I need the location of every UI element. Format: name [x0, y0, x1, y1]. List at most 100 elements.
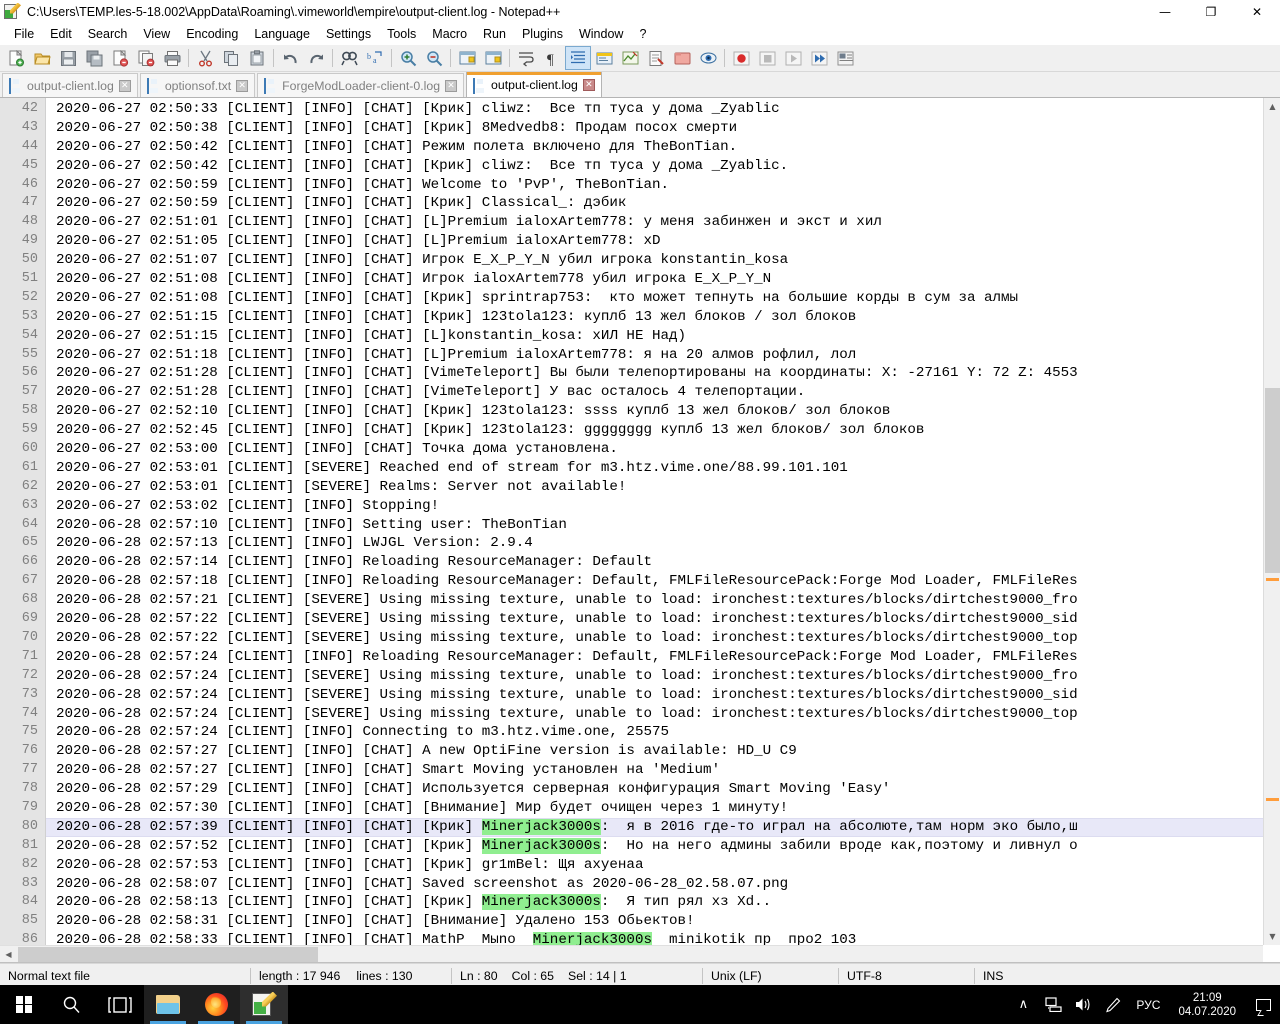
taskbar-file-explorer[interactable]: [144, 985, 192, 1024]
code-line[interactable]: 2020-06-27 02:50:42 [CLIENT] [INFO] [CHA…: [56, 157, 1280, 176]
menu-item-macro[interactable]: Macro: [424, 24, 475, 44]
code-line[interactable]: 2020-06-28 02:57:22 [CLIENT] [SEVERE] Us…: [56, 629, 1280, 648]
print-icon[interactable]: [159, 46, 185, 70]
code-line[interactable]: 2020-06-28 02:57:52 [CLIENT] [INFO] [CHA…: [56, 837, 1280, 856]
menu-item-file[interactable]: File: [6, 24, 42, 44]
document-map-icon[interactable]: [617, 46, 643, 70]
code-line[interactable]: 2020-06-28 02:57:24 [CLIENT] [INFO] Relo…: [56, 648, 1280, 667]
redo-icon[interactable]: [303, 46, 329, 70]
scroll-left-arrow-icon[interactable]: ◀: [0, 946, 17, 963]
sync-vertical-icon[interactable]: [454, 46, 480, 70]
macro-playmany-icon[interactable]: [806, 46, 832, 70]
menu-item-encoding[interactable]: Encoding: [178, 24, 246, 44]
code-line[interactable]: 2020-06-27 02:50:42 [CLIENT] [INFO] [CHA…: [56, 138, 1280, 157]
save-icon[interactable]: [55, 46, 81, 70]
menu-item-tools[interactable]: Tools: [379, 24, 424, 44]
zoom-out-icon[interactable]: [421, 46, 447, 70]
tab-close-icon[interactable]: ✕: [236, 79, 249, 92]
code-line[interactable]: 2020-06-27 02:53:02 [CLIENT] [INFO] Stop…: [56, 497, 1280, 516]
start-button[interactable]: [0, 985, 48, 1024]
code-line[interactable]: 2020-06-27 02:53:01 [CLIENT] [SEVERE] Re…: [56, 459, 1280, 478]
menu-item-plugins[interactable]: Plugins: [514, 24, 571, 44]
pen-icon[interactable]: [1098, 985, 1128, 1024]
code-line[interactable]: 2020-06-28 02:57:24 [CLIENT] [SEVERE] Us…: [56, 705, 1280, 724]
task-view-button[interactable]: [96, 985, 144, 1024]
code-line[interactable]: 2020-06-27 02:50:38 [CLIENT] [INFO] [CHA…: [56, 119, 1280, 138]
replace-icon[interactable]: ba: [362, 46, 388, 70]
function-list-icon[interactable]: [643, 46, 669, 70]
code-line[interactable]: 2020-06-28 02:57:13 [CLIENT] [INFO] LWJG…: [56, 534, 1280, 553]
menu-item-search[interactable]: Search: [80, 24, 136, 44]
taskbar-notepadpp[interactable]: [240, 985, 288, 1024]
tray-expand-chevron-icon[interactable]: ∧: [1008, 985, 1038, 1024]
code-line[interactable]: 2020-06-28 02:57:27 [CLIENT] [INFO] [CHA…: [56, 742, 1280, 761]
menu-item-run[interactable]: Run: [475, 24, 514, 44]
scroll-down-arrow-icon[interactable]: ▼: [1264, 928, 1280, 945]
tab-close-icon[interactable]: ✕: [445, 79, 458, 92]
horizontal-scrollbar-thumb[interactable]: [18, 947, 318, 962]
paste-icon[interactable]: [244, 46, 270, 70]
word-wrap-icon[interactable]: [513, 46, 539, 70]
indent-guide-icon[interactable]: [565, 46, 591, 70]
code-line[interactable]: 2020-06-28 02:57:24 [CLIENT] [SEVERE] Us…: [56, 667, 1280, 686]
code-line[interactable]: 2020-06-27 02:51:15 [CLIENT] [INFO] [CHA…: [56, 308, 1280, 327]
code-line[interactable]: 2020-06-27 02:51:28 [CLIENT] [INFO] [CHA…: [56, 364, 1280, 383]
code-line[interactable]: 2020-06-28 02:57:10 [CLIENT] [INFO] Sett…: [56, 516, 1280, 535]
menu-item-language[interactable]: Language: [246, 24, 318, 44]
tab-2[interactable]: ForgeModLoader-client-0.log ✕: [257, 73, 465, 97]
close-button[interactable]: ✕: [1234, 0, 1280, 24]
code-line[interactable]: 2020-06-28 02:58:31 [CLIENT] [INFO] [CHA…: [56, 912, 1280, 931]
code-line[interactable]: 2020-06-28 02:57:24 [CLIENT] [SEVERE] Us…: [56, 686, 1280, 705]
code-line[interactable]: 2020-06-28 02:57:14 [CLIENT] [INFO] Relo…: [56, 553, 1280, 572]
close-file-icon[interactable]: [107, 46, 133, 70]
input-language-indicator[interactable]: РУС: [1128, 998, 1168, 1012]
code-line[interactable]: 2020-06-27 02:51:08 [CLIENT] [INFO] [CHA…: [56, 270, 1280, 289]
all-chars-icon[interactable]: ¶: [539, 46, 565, 70]
sync-horizontal-icon[interactable]: [480, 46, 506, 70]
code-line[interactable]: 2020-06-27 02:50:59 [CLIENT] [INFO] [CHA…: [56, 194, 1280, 213]
text-content[interactable]: 2020-06-27 02:50:33 [CLIENT] [INFO] [CHA…: [46, 98, 1280, 962]
macro-save-icon[interactable]: [832, 46, 858, 70]
save-all-icon[interactable]: [81, 46, 107, 70]
code-line[interactable]: 2020-06-27 02:51:08 [CLIENT] [INFO] [CHA…: [56, 289, 1280, 308]
code-line[interactable]: 2020-06-28 02:57:18 [CLIENT] [INFO] Relo…: [56, 572, 1280, 591]
menu-item-view[interactable]: View: [135, 24, 178, 44]
maximize-button[interactable]: ❐: [1188, 0, 1234, 24]
code-line[interactable]: 2020-06-27 02:51:15 [CLIENT] [INFO] [CHA…: [56, 327, 1280, 346]
code-line[interactable]: 2020-06-27 02:51:01 [CLIENT] [INFO] [CHA…: [56, 213, 1280, 232]
clock[interactable]: 21:09 04.07.2020: [1168, 991, 1246, 1019]
code-line[interactable]: 2020-06-28 02:57:22 [CLIENT] [SEVERE] Us…: [56, 610, 1280, 629]
open-file-icon[interactable]: [29, 46, 55, 70]
close-all-icon[interactable]: [133, 46, 159, 70]
find-icon[interactable]: [336, 46, 362, 70]
minimize-button[interactable]: —: [1142, 0, 1188, 24]
code-line[interactable]: 2020-06-27 02:50:33 [CLIENT] [INFO] [CHA…: [56, 100, 1280, 119]
code-line[interactable]: 2020-06-28 02:57:30 [CLIENT] [INFO] [CHA…: [56, 799, 1280, 818]
code-line[interactable]: 2020-06-28 02:58:07 [CLIENT] [INFO] [CHA…: [56, 875, 1280, 894]
ui-user-defined-icon[interactable]: [591, 46, 617, 70]
horizontal-scrollbar[interactable]: ◀: [0, 945, 1263, 962]
vertical-scrollbar[interactable]: ▲ ▼: [1263, 98, 1280, 945]
code-line[interactable]: 2020-06-28 02:57:39 [CLIENT] [INFO] [CHA…: [46, 817, 1280, 837]
macro-play-icon[interactable]: [780, 46, 806, 70]
code-line[interactable]: 2020-06-27 02:51:18 [CLIENT] [INFO] [CHA…: [56, 346, 1280, 365]
tab-0[interactable]: output-client.log ✕: [2, 73, 138, 97]
new-file-icon[interactable]: [3, 46, 29, 70]
menu-item-[interactable]: ?: [631, 24, 654, 44]
editor-area[interactable]: 42 43 44 45 46 47 48 49 50 51 52 53 54 55 56 57 58 59 60 61…: [0, 98, 1280, 963]
code-line[interactable]: 2020-06-28 02:57:29 [CLIENT] [INFO] [CHA…: [56, 780, 1280, 799]
folder-workspace-icon[interactable]: [669, 46, 695, 70]
code-line[interactable]: 2020-06-27 02:51:07 [CLIENT] [INFO] [CHA…: [56, 251, 1280, 270]
tab-1[interactable]: optionsof.txt ✕: [139, 73, 256, 97]
cut-icon[interactable]: [192, 46, 218, 70]
code-line[interactable]: 2020-06-27 02:51:05 [CLIENT] [INFO] [CHA…: [56, 232, 1280, 251]
tab-close-icon[interactable]: ✕: [118, 79, 131, 92]
code-line[interactable]: 2020-06-28 02:57:27 [CLIENT] [INFO] [CHA…: [56, 761, 1280, 780]
code-line[interactable]: 2020-06-27 02:51:28 [CLIENT] [INFO] [CHA…: [56, 383, 1280, 402]
code-line[interactable]: 2020-06-27 02:52:45 [CLIENT] [INFO] [CHA…: [56, 421, 1280, 440]
action-center-button[interactable]: [1246, 985, 1280, 1024]
code-line[interactable]: 2020-06-27 02:53:01 [CLIENT] [SEVERE] Re…: [56, 478, 1280, 497]
code-line[interactable]: 2020-06-28 02:57:53 [CLIENT] [INFO] [CHA…: [56, 856, 1280, 875]
code-line[interactable]: 2020-06-27 02:50:59 [CLIENT] [INFO] [CHA…: [56, 176, 1280, 195]
undo-icon[interactable]: [277, 46, 303, 70]
